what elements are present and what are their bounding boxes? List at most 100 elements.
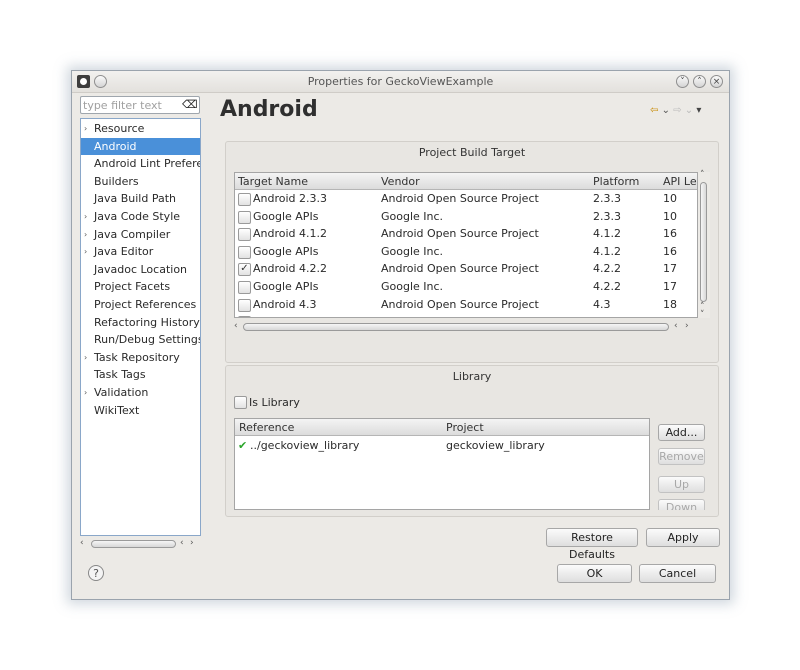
tree-item[interactable]: Project References (81, 296, 200, 313)
target-checkbox[interactable] (238, 228, 251, 242)
expand-arrow-icon[interactable]: › (84, 349, 87, 366)
restore-defaults-button[interactable]: Restore Defaults (546, 528, 638, 561)
tree-item[interactable]: Project Facets (81, 278, 200, 295)
tree-item[interactable]: WikiText (81, 402, 200, 419)
cancel-button[interactable]: Cancel (639, 564, 716, 583)
apply-button[interactable]: Apply (646, 528, 720, 547)
scroll-left-icon[interactable]: ‹ (674, 321, 678, 331)
tree-item[interactable]: Builders (81, 173, 200, 190)
target-checkbox[interactable] (238, 316, 251, 317)
scroll-left-icon[interactable]: ‹ (234, 321, 238, 331)
remove-button[interactable]: Remove (658, 448, 705, 465)
expand-arrow-icon[interactable]: › (84, 208, 87, 225)
help-icon[interactable]: ? (88, 565, 104, 581)
table-row[interactable]: Android 4.1.2 Android Open Source Project… (235, 225, 697, 243)
tree-item[interactable]: › Java Editor (81, 243, 200, 260)
tree-item[interactable]: › Java Code Style (81, 208, 200, 225)
tree-item[interactable]: Run/Debug Settings (81, 331, 200, 348)
table-row[interactable]: Google APIs Google Inc. 4.2.2 17 (235, 278, 697, 296)
target-checkbox[interactable] (238, 281, 251, 294)
scroll-thumb[interactable] (700, 182, 707, 302)
scroll-up-icon[interactable]: ˄ (700, 170, 705, 180)
tree-item[interactable]: Java Build Path (81, 190, 200, 207)
cell-vendor: Google Inc. (381, 315, 443, 317)
forward-menu-icon[interactable]: ⌄ (685, 105, 693, 116)
tree-item[interactable]: Javadoc Location (81, 261, 200, 278)
back-menu-icon[interactable]: ⌄ (662, 105, 670, 116)
scroll-thumb[interactable] (243, 323, 669, 331)
minimize-icon[interactable]: ˅ (676, 75, 689, 88)
tree-item-label: Java Build Path (94, 192, 177, 206)
target-checkbox[interactable] (238, 210, 251, 224)
view-menu-icon[interactable]: ▾ (696, 105, 701, 116)
ok-button[interactable]: OK (557, 564, 632, 583)
is-library-checkbox[interactable]: Is Library (232, 394, 332, 410)
tree-item-label: Java Compiler (94, 227, 171, 241)
expand-arrow-icon[interactable]: › (84, 243, 87, 260)
down-button[interactable]: Down (658, 499, 705, 510)
scroll-right-icon[interactable]: › (190, 538, 194, 548)
checkbox-box[interactable] (234, 396, 247, 409)
target-checkbox[interactable] (238, 245, 251, 259)
build-target-horizontal-scrollbar[interactable]: ‹ ‹ › (234, 321, 698, 333)
target-checkbox[interactable] (238, 298, 251, 312)
cell-platform: 4.1.2 (593, 227, 621, 241)
table-row[interactable]: Android 4.3 Android Open Source Project 4.… (235, 296, 697, 314)
scroll-right-icon[interactable]: › (685, 321, 689, 331)
library-group: Library Is Library Reference Project ✔ .… (225, 365, 719, 517)
tree-item[interactable]: Task Tags (81, 366, 200, 383)
column-platform[interactable]: Platform (593, 175, 639, 188)
expand-arrow-icon[interactable]: › (84, 226, 87, 243)
tree-item[interactable]: › Validation (81, 384, 200, 401)
column-project[interactable]: Project (446, 421, 484, 434)
filter-box: ⌫ (80, 96, 200, 114)
scroll-left-icon[interactable]: ‹ (80, 538, 84, 548)
build-target-vertical-scrollbar[interactable]: ˄ ˄ ˅ (698, 170, 710, 320)
cell-name: Google APIs (253, 244, 319, 258)
maximize-icon[interactable]: ˄ (693, 75, 706, 88)
table-row[interactable]: Google APIs Google Inc. 2.3.3 10 (235, 208, 697, 226)
table-row[interactable]: Google APIs Google Inc. 4.1.2 16 (235, 243, 697, 261)
add-button[interactable]: Add... (658, 424, 705, 441)
tree-item-label: Javadoc Location (94, 262, 188, 276)
tree-item[interactable]: › Resource (81, 120, 200, 137)
up-button[interactable]: Up (658, 476, 705, 493)
forward-icon[interactable]: ⇨ (673, 105, 681, 116)
expand-arrow-icon[interactable]: › (84, 384, 87, 401)
column-api-level[interactable]: API Level (663, 175, 697, 188)
target-checkbox[interactable]: ✓ (238, 263, 251, 277)
cell-api: 10 (663, 209, 677, 223)
column-reference[interactable]: Reference (239, 421, 294, 434)
back-icon[interactable]: ⇦ (650, 105, 658, 116)
clear-filter-icon[interactable]: ⌫ (182, 99, 198, 111)
tree-item-label: Resource (94, 122, 145, 135)
tree-horizontal-scrollbar[interactable]: ‹ ‹ › (80, 538, 201, 550)
expand-arrow-icon[interactable]: › (84, 120, 87, 137)
tree-item[interactable]: › Task Repository (81, 349, 200, 366)
library-row[interactable]: ✔ ../geckoview_library geckoview_library (235, 437, 649, 455)
target-checkbox[interactable] (238, 193, 251, 206)
table-row[interactable]: Google APIs Google Inc. 4.3 18 (235, 313, 697, 317)
cell-vendor: Google Inc. (381, 209, 444, 223)
table-row[interactable]: ✓ Android 4.2.2 Android Open Source Projec… (235, 260, 697, 278)
filter-input[interactable] (83, 98, 179, 112)
scroll-thumb[interactable] (91, 540, 176, 548)
cell-api: 18 (663, 315, 677, 317)
title-bar[interactable]: Properties for GeckoViewExample ˅ ˄ × (72, 71, 729, 93)
column-vendor[interactable]: Vendor (381, 175, 420, 188)
cell-platform: 2.3.3 (593, 192, 621, 205)
table-row[interactable]: Android 2.3.3 Android Open Source Project… (235, 190, 697, 208)
scroll-down-icon[interactable]: ˅ (700, 310, 705, 320)
column-target-name[interactable]: Target Name (238, 175, 308, 188)
close-icon[interactable]: × (710, 75, 723, 88)
cell-vendor: Google Inc. (381, 244, 444, 258)
tree-item-label: Android (94, 139, 137, 153)
tree-item[interactable]: Android Lint Preferences (81, 155, 200, 172)
tree-item[interactable]: Refactoring History (81, 314, 200, 331)
cell-api: 17 (663, 280, 677, 293)
scroll-left-icon[interactable]: ‹ (180, 538, 184, 548)
cell-api: 17 (663, 262, 677, 276)
tree-item[interactable]: Android (81, 137, 200, 155)
tree-item-label: WikiText (94, 403, 140, 417)
tree-item[interactable]: › Java Compiler (81, 226, 200, 243)
